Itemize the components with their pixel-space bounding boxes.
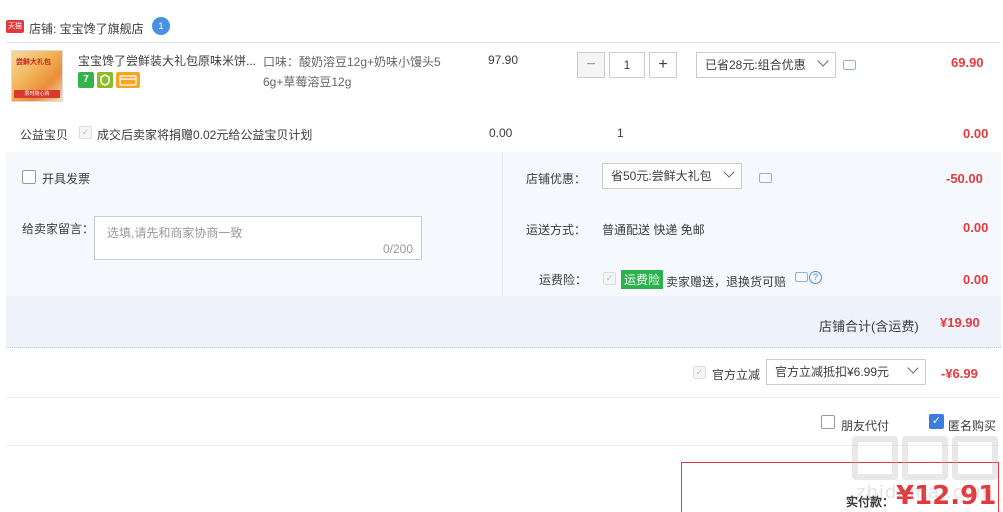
service-icons: 7 [78,72,140,88]
item-promo-value: 已省28元:组合优惠 [705,58,806,72]
chevron-down-icon [907,362,919,374]
charity-qty: 1 [617,126,624,140]
item-subtotal: 69.90 [951,55,984,70]
item-promo-select[interactable]: 已省28元:组合优惠 [696,52,836,78]
insurance-text: 卖家赠送，退换货可赔 [666,275,787,289]
insurance-amount: 0.00 [963,272,989,287]
credit-card-icon[interactable] [116,72,140,88]
chevron-down-icon [817,55,829,67]
insurance-tag: 运费险 [621,270,664,289]
memo-icon[interactable] [795,272,808,282]
charity-text: 成交后卖家将捐赠0.02元给公益宝贝计划 [97,128,313,142]
quantity-input[interactable]: 1 [609,52,645,78]
official-discount-checkbox: ✓ [693,366,706,379]
sku-line-2: 6g+草莓溶豆12g [263,75,352,89]
shipping-value: 普通配送 快递 免邮 [602,223,705,237]
payment-label: 实付款： [846,495,895,509]
sku-info: 口味：酸奶溶豆12g+奶味小馒头5 6g+草莓溶豆12g [263,52,453,92]
official-discount-amount: -¥6.99 [941,366,978,381]
invoice-label[interactable]: 开具发票 [42,170,90,187]
thumbnail-caption: 尝鲜大礼包 [16,59,51,66]
quantity-stepper: − 1 + [577,52,677,78]
shipping-label: 运送方式： [526,223,587,237]
unit-price: 97.90 [488,53,519,67]
official-discount-label: 官方立减 [712,368,761,382]
shop-header [0,0,1003,42]
charity-subtotal: 0.00 [963,126,989,141]
sku-line-1: 口味：酸奶溶豆12g+奶味小馒头5 [263,55,441,69]
message-placeholder: 选填,请先和商家协商一致 [107,226,243,240]
guarantee-icon[interactable] [97,72,113,88]
insurance-label: 运费险： [539,273,588,287]
message-label: 给卖家留言： [22,222,95,236]
product-title-link[interactable]: 宝宝馋了尝鲜装大礼包原味米饼... [78,52,258,69]
memo-icon[interactable] [843,60,856,70]
charity-label: 公益宝贝 [20,128,69,142]
shop-total-label: 店铺合计(含运费) [819,319,919,334]
anonymous-label[interactable]: 匿名购买 [948,417,996,434]
friend-pay-label[interactable]: 朋友代付 [841,417,889,434]
official-discount-select[interactable]: 官方立减抵扣¥6.99元 [766,359,926,385]
chevron-down-icon [723,166,735,178]
shipping-amount: 0.00 [963,220,989,235]
payment-amount: ¥12.91 [896,481,997,511]
shop-discount-select[interactable]: 省50元:尝鲜大礼包 [602,163,742,189]
chat-icon[interactable]: 1 [152,17,170,35]
product-thumbnail[interactable]: 尝鲜大礼包 限时随心购 [11,50,63,102]
friend-pay-checkbox[interactable] [821,415,835,429]
charity-price: 0.00 [489,126,513,140]
anonymous-checkbox[interactable]: ✓ [929,414,944,429]
help-icon[interactable]: ? [809,271,822,284]
insurance-checkbox: ✓ [603,272,616,285]
shop-discount-amount: -50.00 [946,171,983,186]
official-discount-value: 官方立减抵扣¥6.99元 [775,365,890,379]
message-counter: 0/200 [382,242,413,256]
shop-name-link[interactable]: 店铺: 宝宝馋了旗舰店 [29,20,144,37]
increase-quantity-button[interactable]: + [649,52,677,78]
seven-day-return-icon[interactable]: 7 [78,72,94,88]
invoice-checkbox[interactable] [22,170,36,184]
memo-icon[interactable] [759,173,772,183]
charity-checkbox: ✓ [79,126,92,139]
decrease-quantity-button[interactable]: − [577,52,605,78]
message-textarea[interactable]: 选填,请先和商家协商一致 0/200 [94,216,422,260]
shop-discount-label: 店铺优惠： [526,172,587,186]
thumbnail-strip: 限时随心购 [14,90,60,98]
shop-discount-value: 省50元:尝鲜大礼包 [611,169,712,183]
tmall-badge-icon: 天猫 [6,20,24,33]
payment-summary: 实付款： ¥12.91 [681,462,999,512]
shop-total-amount: ¥19.90 [940,315,980,330]
